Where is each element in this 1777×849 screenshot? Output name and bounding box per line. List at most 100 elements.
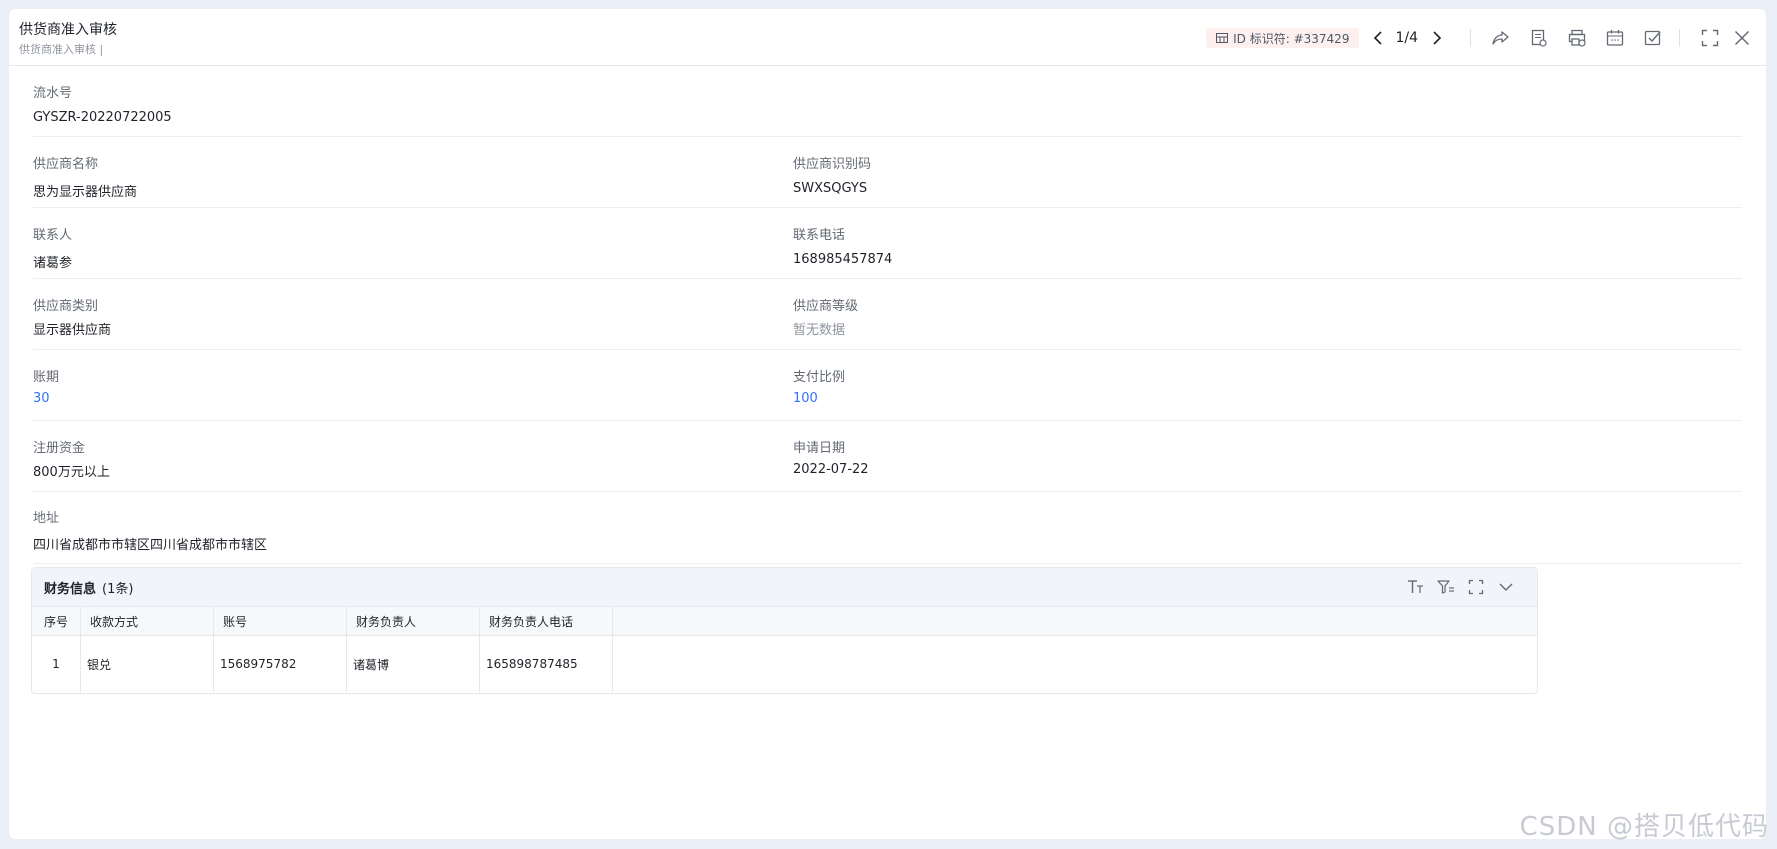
table-cell-spacer (613, 636, 1538, 693)
field-label: 账期 (33, 370, 60, 385)
filter-icon (1437, 580, 1454, 594)
field-label: 联系人 (33, 228, 73, 243)
field-supplier-code: 供应商识别码 SWXSQGYS (793, 137, 1543, 207)
form-row: 注册资金 800万元以上 申请日期 2022-07-22 (33, 421, 1742, 492)
field-payment-ratio: 支付比例 100 (793, 350, 1543, 420)
table-cell: 165898787485 (479, 635, 613, 692)
document-icon (1531, 29, 1547, 47)
field-label: 供应商名称 (33, 157, 99, 172)
table-cell: 银兑 (80, 635, 214, 692)
subtable-fullscreen-button[interactable] (1465, 576, 1487, 598)
print-button[interactable] (1527, 26, 1551, 50)
next-record-button[interactable] (1426, 27, 1448, 49)
watermark: CSDN @搭贝低代码 (1519, 812, 1769, 842)
chevron-down-icon (1499, 583, 1513, 591)
table-cell: 诸葛博 (346, 635, 480, 692)
field-label: 申请日期 (793, 441, 846, 456)
field-value: GYSZR-20220722005 (33, 110, 172, 125)
expand-icon (1468, 579, 1484, 595)
field-value: 显示器供应商 (33, 323, 112, 338)
field-value: 30 (33, 391, 50, 406)
filter-button[interactable] (1435, 576, 1457, 598)
field-value: 800万元以上 (33, 465, 110, 480)
record-id-text: ID 标识符: #337429 (1233, 31, 1350, 46)
share-button[interactable] (1489, 26, 1513, 50)
collapse-button[interactable] (1495, 576, 1517, 598)
field-serial: 流水号 GYSZR-20220722005 (33, 66, 793, 136)
detail-panel: 供货商准入审核 供货商准入审核 | ID 标识符: #337429 1/4 流水… (9, 9, 1766, 839)
subtable-count: (1条) (102, 581, 134, 597)
field-label: 地址 (33, 511, 60, 526)
subtable-tools (1397, 576, 1517, 598)
field-label: 支付比例 (793, 370, 846, 385)
field-value: 诸葛参 (33, 256, 73, 271)
form-row: 联系人 诸葛参 联系电话 168985457874 (33, 208, 1742, 279)
form-row: 账期 30 支付比例 100 (33, 350, 1742, 421)
field-address: 地址 四川省成都市市辖区四川省成都市市辖区 (33, 492, 933, 563)
approve-button[interactable] (1641, 26, 1665, 50)
calendar-icon (1606, 30, 1624, 46)
table-cell: 1568975782 (213, 635, 347, 692)
table-cell: 1 (32, 635, 81, 692)
field-value: 2022-07-22 (793, 462, 869, 477)
pager-text: 1/4 (1395, 30, 1418, 46)
chevron-left-icon (1374, 31, 1383, 45)
print-template-button[interactable] (1565, 26, 1589, 50)
subtable-header: 财务信息 (1条) (32, 568, 1537, 607)
field-supplier-name: 供应商名称 思为显示器供应商 (33, 137, 793, 207)
field-phone: 联系电话 168985457874 (793, 208, 1543, 278)
page-title: 供货商准入审核 (19, 22, 117, 38)
close-icon (1734, 30, 1750, 46)
empty-value: 暂无数据 (793, 323, 846, 338)
toolbar-divider (1470, 29, 1471, 47)
field-value: 100 (793, 391, 818, 406)
field-label: 流水号 (33, 86, 73, 101)
column-header: 财务负责人电话 (479, 607, 613, 636)
font-size-button[interactable] (1405, 576, 1427, 598)
column-header-spacer (612, 607, 1537, 636)
header-toolbar: ID 标识符: #337429 1/4 (1206, 25, 1754, 51)
field-level: 供应商等级 暂无数据 (793, 279, 1543, 349)
finance-subtable: 财务信息 (1条) 序号 收款方式 账号 财务负责人 财务负责人电话 1 银兑 … (31, 567, 1538, 694)
close-button[interactable] (1730, 26, 1754, 50)
field-value: 思为显示器供应商 (33, 185, 138, 200)
text-size-icon (1408, 580, 1423, 593)
field-registered-capital: 注册资金 800万元以上 (33, 421, 793, 491)
field-contact: 联系人 诸葛参 (33, 208, 793, 278)
detail-form: 流水号 GYSZR-20220722005 供应商名称 思为显示器供应商 供应商… (9, 66, 1766, 839)
field-value: 168985457874 (793, 252, 893, 267)
field-label: 供应商等级 (793, 299, 859, 314)
field-value: SWXSQGYS (793, 181, 868, 196)
column-header: 账号 (213, 607, 347, 636)
table-header-row: 序号 收款方式 账号 财务负责人 财务负责人电话 (32, 607, 1537, 636)
subtable-title: 财务信息 (44, 581, 97, 597)
detail-header: 供货商准入审核 供货商准入审核 | ID 标识符: #337429 1/4 (9, 9, 1766, 66)
printer-icon (1568, 29, 1586, 47)
calendar-button[interactable] (1603, 26, 1627, 50)
column-header: 序号 (32, 607, 81, 636)
column-header: 财务负责人 (346, 607, 480, 636)
field-value: 四川省成都市市辖区四川省成都市市辖区 (33, 538, 268, 553)
checkbox-icon (1644, 30, 1661, 46)
form-row: 地址 四川省成都市市辖区四川省成都市市辖区 (33, 492, 1742, 564)
field-label: 供应商识别码 (793, 157, 872, 172)
table-row[interactable]: 1 银兑 1568975782 诸葛博 165898787485 (32, 635, 1538, 693)
field-label: 供应商类别 (33, 299, 99, 314)
fullscreen-button[interactable] (1698, 26, 1722, 50)
prev-record-button[interactable] (1367, 27, 1389, 49)
page-subtitle: 供货商准入审核 | (19, 43, 104, 56)
chevron-right-icon (1433, 31, 1442, 45)
field-category: 供应商类别 显示器供应商 (33, 279, 793, 349)
field-label: 联系电话 (793, 228, 846, 243)
finance-table: 序号 收款方式 账号 财务负责人 财务负责人电话 1 银兑 1568975782… (32, 607, 1537, 692)
field-label: 注册资金 (33, 441, 86, 456)
table-icon (1216, 33, 1229, 43)
form-row: 供应商类别 显示器供应商 供应商等级 暂无数据 (33, 279, 1742, 350)
column-header: 收款方式 (80, 607, 214, 636)
toolbar-divider-2 (1679, 29, 1680, 47)
form-row: 流水号 GYSZR-20220722005 (33, 66, 1742, 137)
record-id-badge: ID 标识符: #337429 (1206, 28, 1360, 48)
share-icon (1492, 31, 1509, 45)
field-apply-date: 申请日期 2022-07-22 (793, 421, 1543, 491)
form-row: 供应商名称 思为显示器供应商 供应商识别码 SWXSQGYS (33, 137, 1742, 208)
